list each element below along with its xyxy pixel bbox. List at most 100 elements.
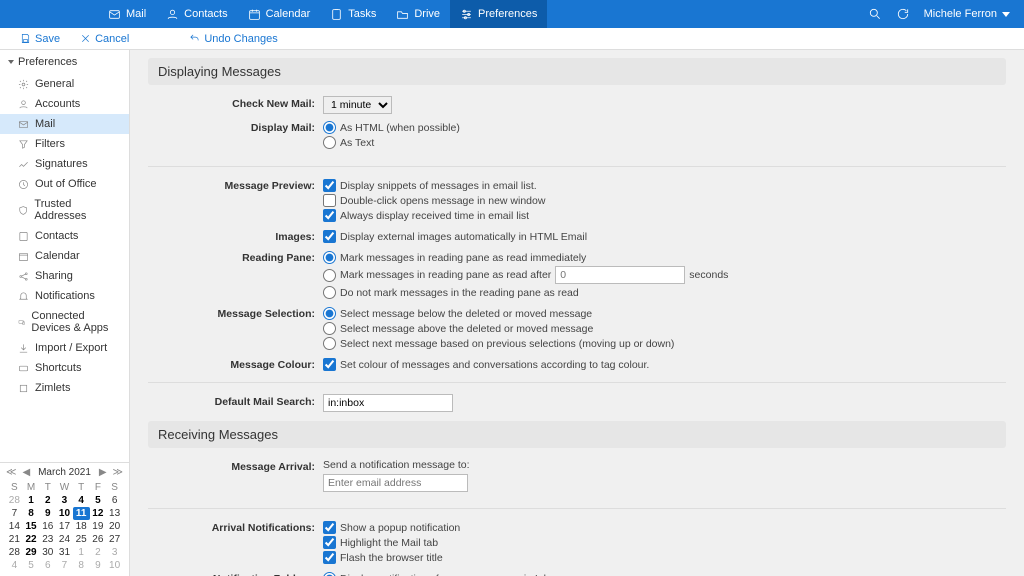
- keyboard-icon: [18, 363, 29, 374]
- folders-inbox[interactable]: [323, 572, 336, 576]
- label-notif-folders: Notification Folders:: [148, 571, 323, 576]
- default-search-input[interactable]: [323, 394, 453, 412]
- puzzle-icon: [18, 383, 29, 394]
- label-reading-pane: Reading Pane:: [148, 250, 323, 300]
- reading-after[interactable]: [323, 269, 336, 282]
- signature-icon: [18, 159, 29, 170]
- sidebar-item-mail[interactable]: Mail: [0, 114, 129, 134]
- tab-contacts[interactable]: Contacts: [156, 0, 237, 28]
- select-previous[interactable]: [323, 337, 336, 350]
- sidebar-item-shortcuts[interactable]: Shortcuts: [0, 358, 129, 378]
- gear-icon: [18, 79, 29, 90]
- sidebar-item-accounts[interactable]: Accounts: [0, 94, 129, 114]
- preferences-icon: [460, 8, 473, 21]
- tab-preferences[interactable]: Preferences: [450, 0, 547, 28]
- cancel-button[interactable]: Cancel: [70, 28, 139, 49]
- search-icon[interactable]: [868, 7, 882, 21]
- label-images: Images:: [148, 229, 323, 244]
- sidebar: Preferences General Accounts Mail Filter…: [0, 50, 130, 576]
- drive-icon: [396, 8, 409, 21]
- images-external[interactable]: [323, 230, 336, 243]
- contacts-icon: [166, 8, 179, 21]
- refresh-icon[interactable]: [896, 7, 910, 21]
- check-new-select[interactable]: 1 minute: [323, 96, 392, 114]
- tab-label: Contacts: [184, 8, 227, 20]
- label-check-new: Check New Mail:: [148, 96, 323, 114]
- notif-flash[interactable]: [323, 551, 336, 564]
- chevron-down-icon: [1002, 12, 1010, 17]
- topbar: Mail Contacts Calendar Tasks Drive Prefe…: [0, 0, 1024, 28]
- label-default-search: Default Mail Search:: [148, 394, 323, 412]
- preview-time[interactable]: [323, 209, 336, 222]
- cal-grid: SMTWTFS 28123456 78910111213 14151617181…: [6, 481, 123, 572]
- toolbar: Save Cancel Undo Changes: [0, 28, 1024, 50]
- tasks-icon: [330, 8, 343, 21]
- tab-tasks[interactable]: Tasks: [320, 0, 386, 28]
- arrival-email-input[interactable]: [323, 474, 468, 492]
- tab-label: Preferences: [478, 8, 537, 20]
- label-selection: Message Selection:: [148, 306, 323, 351]
- tab-mail[interactable]: Mail: [98, 0, 156, 28]
- sidebar-item-contacts[interactable]: Contacts: [0, 226, 129, 246]
- user-menu[interactable]: Michele Ferron: [924, 8, 1010, 20]
- undo-changes-button[interactable]: Undo Changes: [179, 28, 287, 49]
- display-mail-text[interactable]: [323, 136, 336, 149]
- tab-calendar[interactable]: Calendar: [238, 0, 321, 28]
- select-below[interactable]: [323, 307, 336, 320]
- cal-title: March 2021: [36, 467, 93, 478]
- sidebar-item-import-export[interactable]: Import / Export: [0, 338, 129, 358]
- colour-tag[interactable]: [323, 358, 336, 371]
- label-colour: Message Colour:: [148, 357, 323, 372]
- select-above[interactable]: [323, 322, 336, 335]
- sidebar-header[interactable]: Preferences: [0, 50, 129, 74]
- sidebar-item-zimlets[interactable]: Zimlets: [0, 378, 129, 398]
- sidebar-item-out-of-office[interactable]: Out of Office: [0, 174, 129, 194]
- contacts-icon: [18, 231, 29, 242]
- close-icon: [80, 33, 91, 44]
- reading-seconds-input[interactable]: [555, 266, 685, 284]
- section-displaying: Displaying Messages: [148, 58, 1006, 85]
- sidebar-item-trusted[interactable]: Trusted Addresses: [0, 194, 129, 226]
- mail-icon: [18, 119, 29, 130]
- sidebar-item-filters[interactable]: Filters: [0, 134, 129, 154]
- save-button[interactable]: Save: [10, 28, 70, 49]
- sidebar-item-devices[interactable]: Connected Devices & Apps: [0, 306, 129, 338]
- cal-next-month[interactable]: ▶: [99, 467, 107, 478]
- out-of-office-icon: [18, 179, 29, 190]
- display-mail-html[interactable]: [323, 121, 336, 134]
- sidebar-item-calendar[interactable]: Calendar: [0, 246, 129, 266]
- tab-drive[interactable]: Drive: [386, 0, 450, 28]
- sidebar-item-general[interactable]: General: [0, 74, 129, 94]
- content[interactable]: Displaying Messages Check New Mail: 1 mi…: [130, 50, 1024, 576]
- mail-icon: [108, 8, 121, 21]
- cal-today[interactable]: 11: [73, 507, 90, 520]
- sidebar-item-sharing[interactable]: Sharing: [0, 266, 129, 286]
- calendar-icon: [248, 8, 261, 21]
- notif-highlight[interactable]: [323, 536, 336, 549]
- preview-dblclick[interactable]: [323, 194, 336, 207]
- notif-popup[interactable]: [323, 521, 336, 534]
- share-icon: [18, 271, 29, 282]
- undo-icon: [189, 33, 200, 44]
- label-preview: Message Preview:: [148, 178, 323, 223]
- devices-icon: [18, 317, 25, 328]
- label-display-mail: Display Mail:: [148, 120, 323, 150]
- label-arrival-notif: Arrival Notifications:: [148, 520, 323, 565]
- calendar-icon: [18, 251, 29, 262]
- reading-immediate[interactable]: [323, 251, 336, 264]
- reading-never[interactable]: [323, 286, 336, 299]
- sidebar-item-signatures[interactable]: Signatures: [0, 154, 129, 174]
- cal-prev-year[interactable]: ≪: [6, 467, 16, 478]
- mini-calendar: ≪ ◀ March 2021 ▶ ≫ SMTWTFS 28123456 7891…: [0, 462, 129, 576]
- tab-label: Drive: [414, 8, 440, 20]
- section-receiving: Receiving Messages: [148, 421, 1006, 448]
- bell-icon: [18, 291, 29, 302]
- filter-icon: [18, 139, 29, 150]
- tab-label: Calendar: [266, 8, 311, 20]
- cal-prev-month[interactable]: ◀: [22, 467, 30, 478]
- user-name: Michele Ferron: [924, 8, 997, 20]
- cal-next-year[interactable]: ≫: [113, 467, 123, 478]
- preview-snippets[interactable]: [323, 179, 336, 192]
- tab-label: Tasks: [348, 8, 376, 20]
- sidebar-item-notifications[interactable]: Notifications: [0, 286, 129, 306]
